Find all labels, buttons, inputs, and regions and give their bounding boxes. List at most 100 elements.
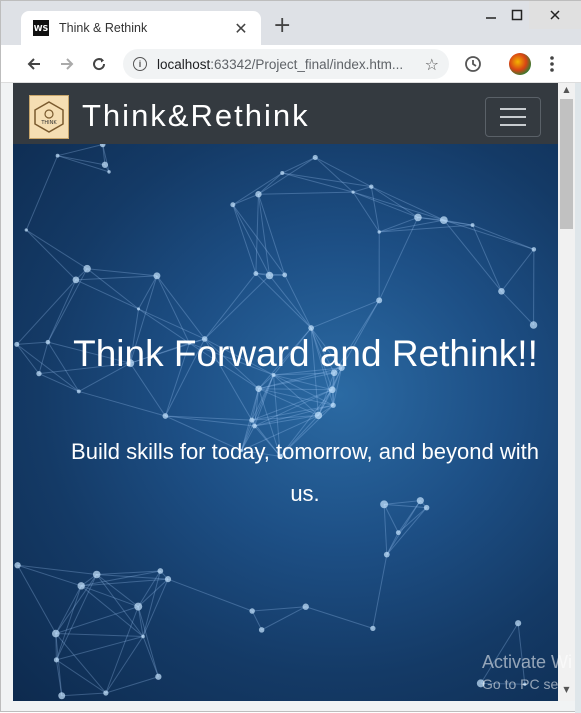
desktop-edge <box>575 83 581 713</box>
network-node <box>253 271 258 276</box>
network-node <box>163 413 169 419</box>
network-link <box>270 275 312 328</box>
network-link <box>258 173 282 194</box>
menu-button[interactable] <box>541 53 563 75</box>
tab-think-rethink[interactable]: WS Think & Rethink ✕ <box>21 11 261 45</box>
network-node <box>54 657 59 662</box>
network-node <box>56 154 60 158</box>
activation-watermark-sub: Go to PC se <box>482 676 558 692</box>
star-icon[interactable]: ☆ <box>425 55 439 74</box>
network-link <box>18 565 97 574</box>
network-node <box>252 424 257 429</box>
network-link <box>258 194 284 275</box>
network-link <box>444 220 502 291</box>
scroll-down-icon[interactable]: ▼ <box>558 685 575 699</box>
activation-watermark: Activate Wi <box>482 652 572 673</box>
site-logo[interactable]: THINK <box>29 95 69 139</box>
window-close-button[interactable] <box>529 1 581 29</box>
network-node <box>378 230 381 233</box>
network-node <box>369 184 373 188</box>
network-node <box>107 170 110 173</box>
network-link <box>233 205 285 275</box>
network-node <box>329 386 336 393</box>
arrow-right-icon <box>59 56 75 72</box>
network-link <box>256 274 311 328</box>
hamburger-line <box>500 116 526 118</box>
network-node <box>255 191 261 197</box>
network-node <box>77 582 84 589</box>
network-link <box>168 579 252 611</box>
network-link <box>56 574 96 659</box>
network-node <box>384 552 390 558</box>
network-node <box>370 626 375 631</box>
network-link <box>165 416 251 420</box>
network-link <box>87 269 157 276</box>
network-node <box>14 562 20 568</box>
close-icon[interactable]: ✕ <box>233 19 249 38</box>
network-link <box>26 156 57 230</box>
network-node <box>157 568 163 574</box>
network-link <box>252 611 261 630</box>
tab-bar: WS Think & Rethink ✕ + <box>1 1 581 45</box>
forward-button[interactable] <box>56 53 78 75</box>
network-link <box>165 416 254 426</box>
network-link <box>58 145 103 156</box>
network-node <box>255 385 262 392</box>
network-node <box>249 418 254 423</box>
network-node <box>313 155 318 160</box>
network-link <box>353 187 371 192</box>
network-node <box>440 216 448 224</box>
network-link <box>259 389 334 406</box>
lightbulb-logo-icon: THINK <box>32 100 66 134</box>
reload-button[interactable] <box>88 53 110 75</box>
network-node <box>259 627 265 633</box>
page-scrollbar[interactable]: ▲ ▼ <box>558 83 575 701</box>
scrollbar-thumb[interactable] <box>560 99 573 229</box>
url-text: localhost:63342/Project_final/index.htm.… <box>157 57 425 72</box>
network-link <box>62 693 106 696</box>
network-link <box>252 607 306 611</box>
network-node <box>515 620 521 626</box>
network-link <box>285 275 311 328</box>
network-link <box>258 194 269 275</box>
maximize-icon <box>511 9 523 21</box>
network-node <box>77 389 81 393</box>
hero-title: Think Forward and Rethink!! <box>33 330 558 378</box>
clock-icon <box>464 55 482 73</box>
browser-toolbar: i localhost:63342/Project_final/index.ht… <box>1 45 581 83</box>
network-link <box>501 249 533 291</box>
network-link <box>501 291 533 325</box>
back-button[interactable] <box>23 53 45 75</box>
network-node <box>282 273 287 278</box>
webstorm-icon: WS <box>33 20 49 36</box>
scroll-up-icon[interactable]: ▲ <box>558 85 575 99</box>
address-bar[interactable]: i localhost:63342/Project_final/index.ht… <box>123 49 449 79</box>
network-link <box>56 660 105 693</box>
network-node <box>331 403 336 408</box>
navbar-toggle-button[interactable] <box>485 97 541 137</box>
network-node <box>134 603 142 611</box>
network-node <box>165 576 171 582</box>
network-node <box>103 690 108 695</box>
history-button[interactable] <box>462 53 484 75</box>
new-tab-button[interactable]: + <box>273 15 291 37</box>
info-icon[interactable]: i <box>133 57 147 71</box>
network-node <box>351 191 354 194</box>
network-node <box>102 162 108 168</box>
network-link <box>139 276 157 309</box>
network-link <box>76 276 157 280</box>
network-node <box>315 412 322 419</box>
network-link <box>56 574 97 633</box>
profile-avatar[interactable] <box>509 53 531 75</box>
network-link <box>373 555 387 629</box>
hero-subtitle: Build skills for today, tomorrow, and be… <box>65 431 545 515</box>
network-node <box>93 571 101 579</box>
hamburger-line <box>500 108 526 110</box>
url-path: :63342/Project_final/index.htm... <box>210 57 403 72</box>
network-link <box>106 677 159 693</box>
network-link <box>26 230 87 269</box>
brand-title[interactable]: Think&Rethink <box>82 98 310 134</box>
network-link <box>233 205 270 276</box>
url-host: localhost <box>157 57 210 72</box>
logo-text: THINK <box>40 120 57 126</box>
